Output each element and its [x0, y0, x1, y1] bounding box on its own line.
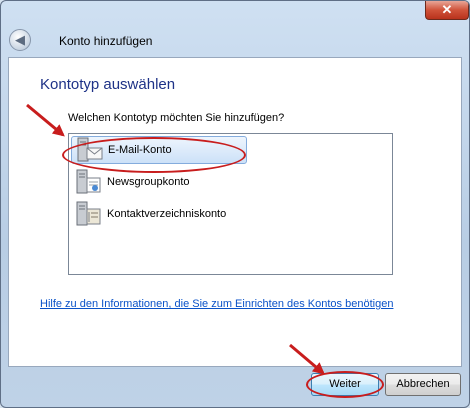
- content-panel: Kontotyp auswählen Welchen Kontotyp möch…: [8, 57, 462, 367]
- newsgroup-server-icon: [76, 169, 101, 194]
- list-item-email-account[interactable]: E-Mail-Konto: [71, 136, 247, 164]
- back-button[interactable]: ◀: [9, 29, 31, 51]
- list-item-label: Kontaktverzeichniskonto: [107, 208, 227, 220]
- directory-server-icon: [76, 201, 101, 226]
- window-title: Konto hinzufügen: [59, 34, 153, 48]
- account-type-list[interactable]: E-Mail-Konto Newsgroupkonto Kontaktverze…: [68, 133, 393, 275]
- page-heading: Kontotyp auswählen: [40, 76, 176, 93]
- list-item-directory-account[interactable]: Kontaktverzeichniskonto: [71, 200, 247, 228]
- help-link[interactable]: Hilfe zu den Informationen, die Sie zum …: [40, 298, 393, 310]
- close-button[interactable]: ✕: [425, 1, 469, 20]
- list-item-label: Newsgroupkonto: [107, 176, 190, 188]
- cancel-button[interactable]: Abbrechen: [385, 373, 461, 396]
- account-type-question: Welchen Kontotyp möchten Sie hinzufügen?: [68, 112, 285, 124]
- list-item-newsgroup-account[interactable]: Newsgroupkonto: [71, 168, 247, 196]
- next-button[interactable]: Weiter: [311, 373, 379, 396]
- add-account-dialog: ✕ ◀ Konto hinzufügen Kontotyp auswählen …: [0, 0, 470, 408]
- email-server-icon: [77, 137, 103, 162]
- list-item-label: E-Mail-Konto: [108, 144, 172, 156]
- title-bar: ✕: [1, 1, 469, 23]
